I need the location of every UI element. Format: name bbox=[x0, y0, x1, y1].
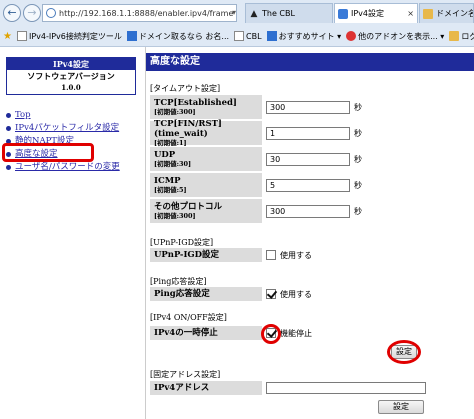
fixed-address-apply-button[interactable]: 設定 bbox=[378, 400, 424, 414]
row-label: TCP[FIN/RST](time_wait) [初期値:1] bbox=[150, 119, 262, 147]
page-icon bbox=[126, 31, 137, 41]
onoff-section-label: [IPv4 ON/OFF設定] bbox=[150, 313, 227, 322]
main-content: 高度な設定 [タイムアウト設定] TCP[Established] [初期値:3… bbox=[145, 47, 474, 419]
tab-label: ドメイン名 bbox=[436, 9, 474, 18]
row-value: 300 秒 bbox=[262, 199, 472, 223]
fixed-address-row: IPv4アドレス bbox=[150, 381, 472, 395]
unit-label: 秒 bbox=[354, 154, 362, 164]
row-label: UPnP-IGD設定 bbox=[150, 248, 262, 262]
unit-label: 秒 bbox=[354, 102, 362, 112]
checkbox-label: 使用する bbox=[280, 289, 312, 299]
timeout-row-udp: UDP [初期値:30] 30 秒 bbox=[150, 147, 472, 171]
fav-item[interactable]: IPv4-IPv6接続判定ツール bbox=[16, 31, 122, 42]
row-value: 使用する bbox=[262, 287, 472, 301]
folder-icon bbox=[449, 31, 460, 41]
timeout-row-icmp: ICMP [初期値:5] 5 秒 bbox=[150, 173, 472, 197]
cbl-favicon-icon: ▲ bbox=[250, 8, 258, 19]
bullet-icon bbox=[6, 165, 11, 170]
page-icon bbox=[16, 31, 27, 41]
upnp-section-label: [UPnP-IGD設定] bbox=[150, 238, 214, 247]
fav-item[interactable]: おすすめサイト ▾ bbox=[266, 31, 341, 42]
fav-item[interactable]: ドメイン取るなら お名... bbox=[126, 31, 229, 42]
icmp-input[interactable]: 5 bbox=[266, 178, 350, 192]
version-number: 1.0.0 bbox=[61, 83, 81, 92]
forward-arrow-icon[interactable]: → bbox=[23, 4, 41, 22]
upnp-row: UPnP-IGD設定 使用する bbox=[150, 248, 472, 262]
row-value: 機能停止 bbox=[262, 326, 472, 340]
row-value: 1 秒 bbox=[262, 121, 472, 145]
tab-ipv4-settings[interactable]: IPv4設定 × bbox=[334, 3, 418, 23]
row-label: TCP[Established] [初期値:300] bbox=[150, 95, 262, 119]
tcp-fin-input[interactable]: 1 bbox=[266, 126, 350, 140]
row-value: 300 秒 bbox=[262, 95, 472, 119]
onoff-row: IPv4の一時停止 機能停止 bbox=[150, 326, 472, 340]
row-label: ICMP [初期値:5] bbox=[150, 173, 262, 197]
row-value: 5 秒 bbox=[262, 173, 472, 197]
ping-row: Ping応答設定 使用する bbox=[150, 287, 472, 301]
back-arrow-icon[interactable]: ← bbox=[3, 4, 21, 22]
fav-item[interactable]: ログイン bbox=[449, 31, 474, 42]
timeout-section-label: [タイムアウト設定] bbox=[150, 84, 221, 93]
star-icon: ★ bbox=[3, 30, 12, 42]
close-icon[interactable]: × bbox=[404, 9, 414, 18]
checkbox-label: 使用する bbox=[280, 250, 312, 260]
button-highlight-annotation bbox=[387, 340, 421, 364]
row-value: 使用する bbox=[262, 248, 472, 262]
upnp-checkbox[interactable] bbox=[266, 250, 276, 260]
unit-label: 秒 bbox=[354, 206, 362, 216]
version-box-title: IPv4設定 bbox=[7, 58, 135, 70]
folder-favicon-icon bbox=[423, 8, 433, 19]
other-protocol-input[interactable]: 300 bbox=[266, 204, 350, 218]
sidebar: IPv4設定 ソフトウェアバージョン 1.0.0 Top IPv4パケットフィル… bbox=[0, 47, 145, 419]
fav-item[interactable]: CBL bbox=[234, 31, 262, 41]
tab-domain[interactable]: ドメイン名 bbox=[419, 3, 474, 23]
tcp-established-input[interactable]: 300 bbox=[266, 100, 350, 114]
version-label: ソフトウェアバージョン bbox=[27, 71, 115, 81]
address-bar[interactable]: http://192.168.1.1:8888/enabler.ipv4/fra… bbox=[42, 4, 237, 22]
ie-icon bbox=[266, 31, 277, 41]
highlight-annotation bbox=[2, 143, 94, 162]
page-favicon-icon bbox=[338, 8, 348, 19]
timeout-row-other: その他プロトコル [初期値:300] 300 秒 bbox=[150, 199, 472, 223]
tab-label: IPv4設定 bbox=[351, 9, 385, 18]
browser-chrome: ← → http://192.168.1.1:8888/enabler.ipv4… bbox=[0, 0, 474, 47]
checkbox-label: 機能停止 bbox=[280, 328, 312, 338]
sidebar-item-password[interactable]: ユーザ名/パスワードの変更 bbox=[6, 161, 146, 174]
bullet-icon bbox=[6, 126, 11, 131]
udp-input[interactable]: 30 bbox=[266, 152, 350, 166]
favorites-bar: ★ IPv4-IPv6接続判定ツール ドメイン取るなら お名... CBL おす… bbox=[0, 27, 474, 45]
tab-label: The CBL bbox=[262, 9, 295, 18]
timeout-row-tcp-fin: TCP[FIN/RST](time_wait) [初期値:1] 1 秒 bbox=[150, 119, 472, 147]
row-value bbox=[262, 381, 472, 395]
bullet-icon bbox=[6, 113, 11, 118]
sidebar-item-packet-filter[interactable]: IPv4パケットフィルタ設定 bbox=[6, 122, 146, 135]
url-text: http://192.168.1.1:8888/enabler.ipv4/fra… bbox=[59, 8, 234, 18]
timeout-row-tcp-established: TCP[Established] [初期値:300] 300 秒 bbox=[150, 95, 472, 119]
unit-label: 秒 bbox=[354, 180, 362, 190]
version-box: IPv4設定 ソフトウェアバージョン 1.0.0 bbox=[6, 57, 136, 95]
row-label: IPv4アドレス bbox=[150, 381, 262, 395]
sidebar-item-top[interactable]: Top bbox=[6, 109, 146, 122]
checkbox-highlight-annotation bbox=[261, 324, 281, 344]
row-label: Ping応答設定 bbox=[150, 287, 262, 301]
row-label: その他プロトコル [初期値:300] bbox=[150, 199, 262, 223]
ping-section-label: [Ping応答設定] bbox=[150, 277, 207, 286]
ping-checkbox[interactable] bbox=[266, 289, 276, 299]
page-title: 高度な設定 bbox=[146, 53, 474, 71]
tab-cbl[interactable]: ▲ The CBL bbox=[245, 3, 333, 23]
unit-label: 秒 bbox=[354, 128, 362, 138]
row-value: 30 秒 bbox=[262, 147, 472, 171]
row-label: UDP [初期値:30] bbox=[150, 147, 262, 171]
address-dropdown-icon[interactable]: ▾ bbox=[232, 4, 244, 22]
favorites-star[interactable]: ★ bbox=[3, 31, 12, 42]
cbl-icon bbox=[234, 31, 245, 41]
fixed-address-section-label: [固定アドレス設定] bbox=[150, 370, 221, 379]
addon-icon bbox=[346, 31, 357, 41]
sidebar-menu: Top IPv4パケットフィルタ設定 静的NAPT設定 高度な設定 ユーザ名/パ… bbox=[6, 109, 146, 174]
row-label: IPv4の一時停止 bbox=[150, 326, 262, 340]
globe-icon bbox=[46, 8, 56, 18]
fav-item[interactable]: 他のアドオンを表示... ▾ bbox=[346, 31, 444, 42]
ipv4-address-input[interactable] bbox=[266, 382, 426, 394]
